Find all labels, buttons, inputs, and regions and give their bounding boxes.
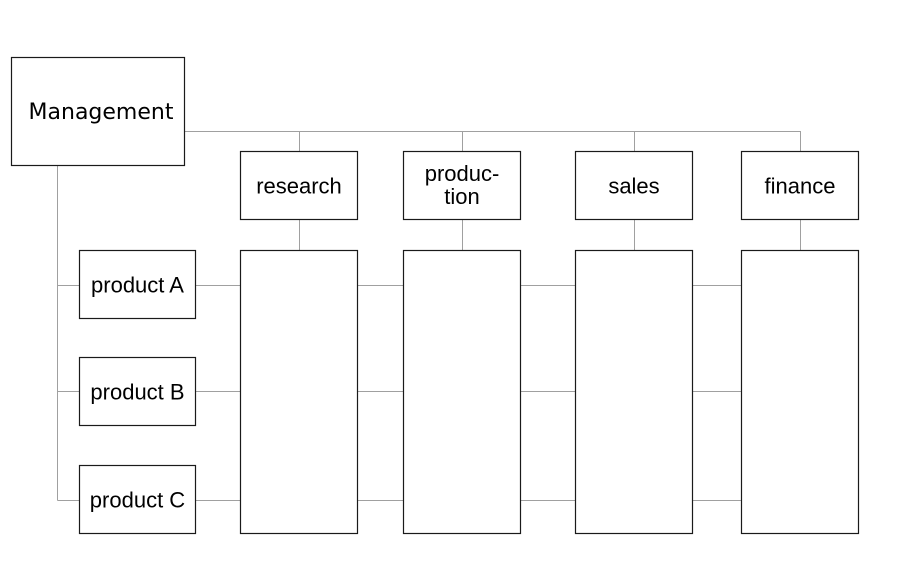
product-label-product-a: product A	[91, 273, 184, 298]
department-label-finance: finance	[765, 174, 836, 199]
product-label-product-c: product C	[90, 488, 185, 513]
product-label-product-b: product B	[90, 380, 184, 405]
department-label-research: research	[256, 174, 342, 199]
department-column-sales	[574, 249, 694, 535]
products: product A product B product C	[78, 249, 197, 535]
department-column-finance	[740, 249, 860, 535]
department-label-sales: sales	[608, 174, 659, 199]
product-node-product-c: product C	[78, 464, 197, 535]
department-node-production: produc-tion	[402, 150, 522, 221]
department-node-sales: sales	[574, 150, 694, 221]
department-column-research	[239, 249, 359, 535]
department-label-production: tion	[444, 184, 479, 209]
departments: research produc-tion sales finance	[239, 150, 860, 221]
department-column-production	[402, 249, 522, 535]
department-node-finance: finance	[740, 150, 860, 221]
product-node-product-a: product A	[78, 249, 197, 320]
department-node-research: research	[239, 150, 359, 221]
department-label-production: produc-	[425, 161, 500, 186]
management-label: Management	[29, 100, 174, 125]
product-node-product-b: product B	[78, 356, 197, 427]
matrix-org-diagram: Management research produc-tion sales finan…	[10, 56, 860, 535]
management-node: Management	[10, 56, 186, 167]
